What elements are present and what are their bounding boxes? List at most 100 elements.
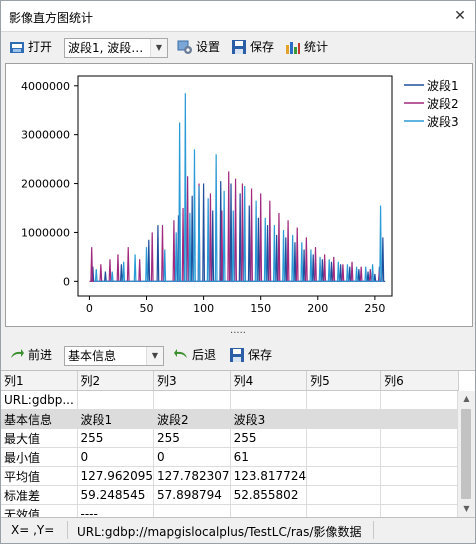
column-header[interactable]: 列2 — [77, 371, 155, 391]
table-row[interactable]: 基本信息 波段1 波段2 波段3 — [1, 409, 460, 429]
x-tick-label: 0 — [86, 302, 93, 315]
back-arrow-icon — [174, 349, 187, 358]
save-label: 保存 — [250, 40, 275, 54]
table-cell[interactable]: 0 — [77, 447, 155, 467]
status-divider — [373, 521, 374, 539]
chevron-down-icon[interactable]: ▼ — [150, 39, 167, 57]
table-cell[interactable] — [380, 485, 460, 505]
band-select[interactable]: 波段1, 波段… ▼ — [64, 38, 168, 58]
table-cell[interactable] — [306, 504, 382, 517]
table-cell[interactable]: 基本信息 — [1, 409, 78, 429]
table-cell[interactable]: 最小值 — [1, 447, 78, 467]
series-line-3 — [93, 93, 383, 282]
settings-label: 设置 — [196, 40, 221, 54]
floppy-save-icon — [232, 40, 246, 54]
table-row[interactable]: 标准差 59.248545 57.898794 52.855802 — [1, 485, 460, 505]
table-row[interactable]: URL:gdbp... — [1, 390, 460, 410]
back-label: 后退 — [192, 348, 217, 362]
table-cell[interactable]: ---- — [77, 504, 155, 517]
chevron-down-icon[interactable]: ▼ — [146, 347, 163, 365]
x-tick-label: 250 — [364, 302, 385, 315]
info-save-button[interactable]: 保存 — [229, 345, 272, 365]
table-cell[interactable]: 255 — [230, 428, 308, 448]
cursor-coordinates: X= ,Y= — [11, 523, 55, 537]
y-tick-label: 0 — [63, 275, 70, 288]
table-cell[interactable] — [77, 390, 155, 410]
table-cell[interactable] — [153, 390, 231, 410]
status-divider — [67, 521, 68, 539]
table-cell[interactable] — [230, 504, 308, 517]
statistics-grid: 列1 列2 列3 列4 列5 列6 URL:gdbp... 基本信息 波段1 波段2 波段3 最大值 2… — [1, 371, 460, 517]
table-cell[interactable] — [380, 409, 460, 429]
table-cell[interactable] — [380, 428, 460, 448]
table-cell[interactable]: 127.782307 — [153, 466, 231, 486]
column-header[interactable]: 列6 — [380, 371, 460, 391]
vertical-scrollbar[interactable]: ▲ ▼ — [457, 391, 475, 517]
bar-stats-icon — [286, 42, 300, 54]
table-cell[interactable]: 标准差 — [1, 485, 78, 505]
column-header[interactable]: 列1 — [1, 371, 78, 391]
table-cell[interactable]: 127.962095 — [77, 466, 155, 486]
table-cell[interactable]: 平均值 — [1, 466, 78, 486]
forward-label: 前进 — [28, 348, 53, 362]
table-row[interactable]: 最大值 255 255 255 — [1, 428, 460, 448]
table-cell[interactable]: 最大值 — [1, 428, 78, 448]
info-toolbar: 前进 基本信息 ▼ 后退 保存 — [1, 341, 475, 369]
table-cell[interactable]: 57.898794 — [153, 485, 231, 505]
back-button[interactable]: 后退 — [173, 345, 216, 365]
table-cell[interactable]: 波段3 — [230, 409, 308, 429]
table-cell[interactable]: 255 — [153, 428, 231, 448]
table-row[interactable]: 平均值 127.962095 127.782307 123.817724 — [1, 466, 460, 486]
open-button[interactable]: 打开 — [9, 37, 52, 57]
table-cell[interactable]: 255 — [77, 428, 155, 448]
table-cell[interactable]: 123.817724 — [230, 466, 308, 486]
table-cell[interactable] — [230, 390, 308, 410]
settings-button[interactable]: 设置 — [177, 37, 220, 57]
table-cell[interactable] — [380, 466, 460, 486]
table-row[interactable]: 无效值 ---- — [1, 504, 460, 517]
x-tick-label: 200 — [307, 302, 328, 315]
column-header[interactable]: 列3 — [153, 371, 231, 391]
table-cell[interactable] — [380, 390, 460, 410]
table-cell[interactable] — [306, 485, 382, 505]
column-header[interactable]: 列4 — [230, 371, 308, 391]
table-cell[interactable]: URL:gdbp... — [1, 390, 78, 410]
panel-splitter[interactable]: ..... — [1, 326, 475, 339]
table-cell[interactable] — [306, 428, 382, 448]
table-cell[interactable] — [306, 447, 382, 467]
info-mode-value: 基本信息 — [68, 349, 117, 363]
table-cell[interactable]: 无效值 — [1, 504, 78, 517]
table-cell[interactable]: 波段1 — [77, 409, 155, 429]
save-button[interactable]: 保存 — [231, 37, 274, 57]
stats-button[interactable]: 统计 — [285, 37, 328, 57]
table-cell[interactable]: 61 — [230, 447, 308, 467]
table-cell[interactable] — [306, 466, 382, 486]
scroll-up-icon[interactable]: ▲ — [458, 391, 475, 407]
table-cell[interactable]: 0 — [153, 447, 231, 467]
table-cell[interactable] — [380, 504, 460, 517]
close-icon[interactable]: ✕ — [451, 7, 469, 25]
info-save-label: 保存 — [248, 348, 273, 362]
table-cell[interactable] — [153, 504, 231, 517]
band-select-value: 波段1, 波段… — [68, 41, 144, 55]
data-url: URL:gdbp://mapgislocalplus/TestLC/ras/影像… — [77, 525, 362, 539]
info-mode-select[interactable]: 基本信息 ▼ — [64, 346, 164, 366]
scroll-thumb[interactable] — [461, 409, 471, 499]
histogram-chart-panel: 0 1000000 2000000 3000000 4000000 0 50 100 150 20… — [5, 63, 473, 327]
scroll-down-icon[interactable]: ▼ — [458, 501, 475, 517]
column-header[interactable]: 列5 — [306, 371, 382, 391]
table-cell[interactable] — [306, 409, 382, 429]
table-cell[interactable] — [380, 447, 460, 467]
title-bar: 影像直方图统计 ✕ — [1, 1, 475, 32]
table-cell[interactable]: 59.248545 — [77, 485, 155, 505]
table-row[interactable]: 最小值 0 0 61 — [1, 447, 460, 467]
table-cell[interactable]: 52.855802 — [230, 485, 308, 505]
histogram-chart: 0 1000000 2000000 3000000 4000000 0 50 100 150 20… — [21, 75, 459, 315]
forward-button[interactable]: 前进 — [9, 345, 52, 365]
table-cell[interactable] — [306, 390, 382, 410]
stats-label: 统计 — [304, 40, 329, 54]
settings-icon — [177, 40, 192, 54]
histogram-window: 影像直方图统计 ✕ 打开 波段1, 波段… ▼ 设置 保存 统计 0 100000… — [0, 0, 476, 544]
table-cell[interactable]: 波段2 — [153, 409, 231, 429]
forward-arrow-icon — [11, 349, 24, 358]
